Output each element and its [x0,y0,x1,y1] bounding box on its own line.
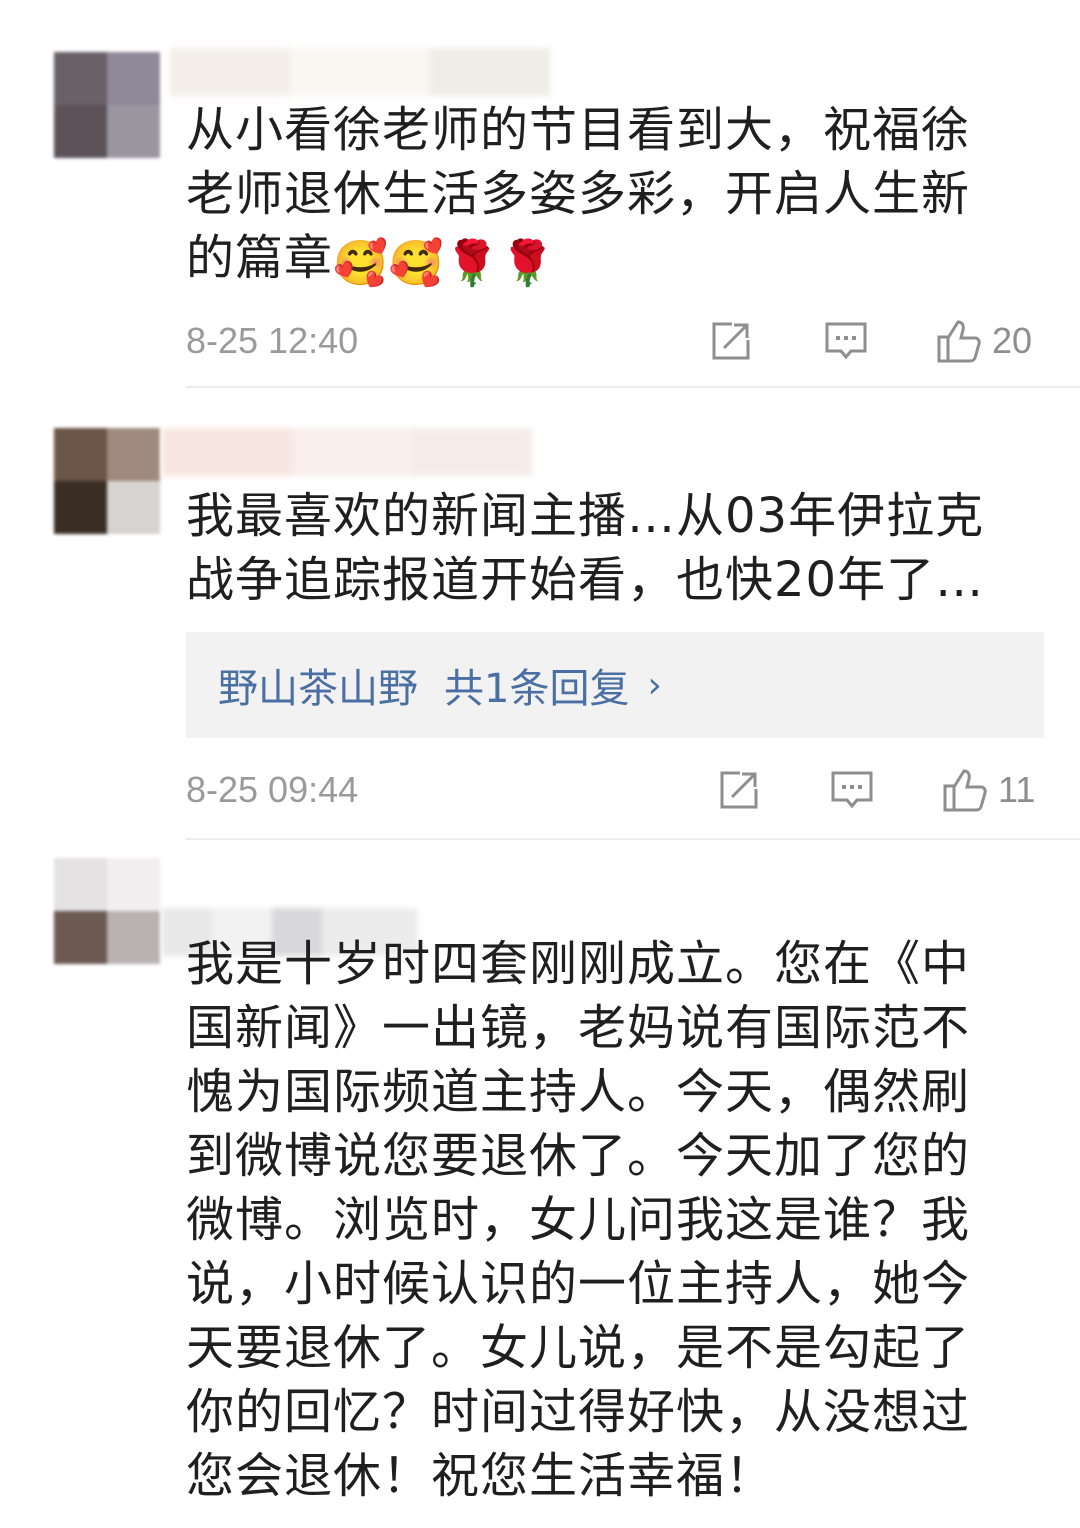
divider [186,386,1080,388]
rose-emoji: 🌹 [444,238,501,289]
comment-text: 我最喜欢的新闻主播…从03年伊拉克 战争追踪报道开始看，也快20年了… [186,484,1016,612]
timestamp: 8-25 09:44 [186,769,359,810]
comment-line: 的篇章 [186,230,334,286]
comment-line: 国新闻》一出镜，老妈说有国际范不 [186,1000,971,1056]
avatar[interactable] [54,428,160,534]
like-count: 20 [992,320,1033,361]
share-icon [720,771,758,809]
comment-line: 战争追踪报道开始看，也快20年了… [186,552,985,608]
reply-author[interactable]: 野山茶山野 [218,656,418,714]
comment-text: 我是十岁时四套刚刚成立。您在《中 国新闻》一出镜，老妈说有国际范不 愧为国际频道… [186,932,1016,1508]
comment-icon [831,771,873,809]
like-button[interactable]: 11 [942,767,1035,813]
comment-text: 从小看徐老师的节目看到大，祝福徐 老师退休生活多姿多彩，开启人生新 的篇章🥰🥰🌹… [186,98,1016,290]
comment-line: 说，小时候认识的一位主持人，她今 [186,1256,971,1312]
comment-line: 我是十岁时四套刚刚成立。您在《中 [186,936,971,992]
chevron-right-icon: › [647,664,662,706]
thumbs-up-icon [937,320,981,363]
comment-line: 我最喜欢的新闻主播…从03年伊拉克 [186,488,985,544]
comment-line: 您会退休！祝您生活幸福！ [186,1448,775,1504]
smiling-face-with-hearts-emoji: 🥰 [388,238,445,289]
comment-icon [825,322,867,360]
comment-line: 到微博说您要退休了。今天加了您的 [186,1128,971,1184]
avatar[interactable] [54,52,160,158]
reply-preview[interactable]: 野山茶山野 共1条回复 › [186,632,1044,738]
divider [186,838,1080,840]
smiling-face-with-hearts-emoji: 🥰 [333,238,389,289]
thumbs-up-icon [943,769,987,812]
comment-line: 微博。浏览时，女儿问我这是谁？我 [186,1192,971,1248]
comment-button[interactable] [824,318,868,364]
username-blurred[interactable] [162,428,532,476]
like-count: 11 [998,769,1036,810]
avatar[interactable] [54,858,160,964]
rose-emoji: 🌹 [500,238,557,289]
share-icon [712,322,750,360]
comment-line: 愧为国际频道主持人。今天，偶然刷 [186,1064,971,1120]
comment-meta: 8-25 12:40 20 [186,316,1044,366]
comment-line: 天要退休了。女儿说，是不是勾起了 [186,1320,971,1376]
share-button[interactable] [710,318,752,364]
like-button[interactable]: 20 [936,318,1032,364]
comment-button[interactable] [830,767,874,813]
share-button[interactable] [718,767,760,813]
comment-line: 老师退休生活多姿多彩，开启人生新 [186,166,971,222]
username-blurred[interactable] [170,48,550,96]
reply-count[interactable]: 共1条回复 [444,656,629,714]
comment-line: 你的回忆？时间过得好快，从没想过 [186,1384,971,1440]
comment-meta: 8-25 09:44 11 [186,765,1044,815]
comment-line: 从小看徐老师的节目看到大，祝福徐 [186,102,971,158]
timestamp: 8-25 12:40 [186,320,359,361]
